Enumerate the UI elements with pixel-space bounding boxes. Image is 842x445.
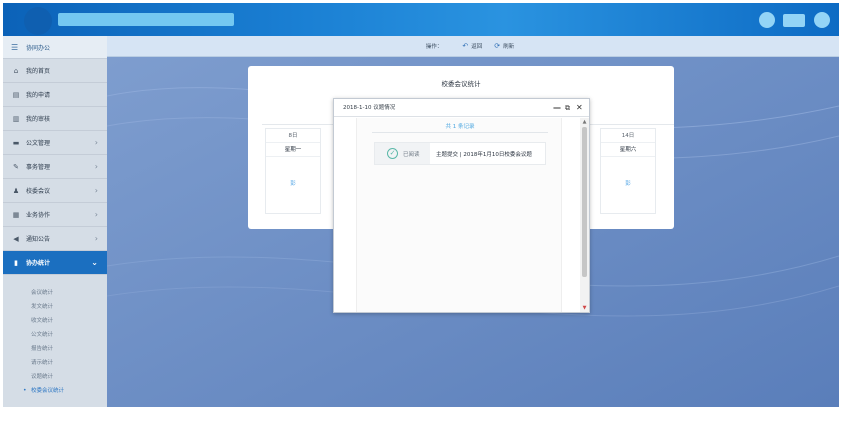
sidebar-subitem[interactable]: 报告统计 [3, 341, 107, 355]
sidebar: ☰ 协同办公 ⌂ 我的首页 ▤ 我的申请 ▥ 我的审核 ▬ 公文管理 › ✎ 事务管理 › ♟ 校委会议 ›… [3, 36, 107, 407]
chevron-down-icon: ⌄ [91, 258, 98, 267]
current-indicator-icon: • [23, 386, 27, 394]
sidebar-item-label: 我的申请 [26, 92, 51, 99]
sidebar-item-label: 公文管理 [26, 140, 51, 147]
day-column: 8日 星期一 彭 [265, 128, 321, 214]
weekday-name: 星期六 [601, 143, 655, 157]
sidebar-item-label: 通知公告 [26, 236, 51, 243]
home-icon: ⌂ [13, 66, 19, 75]
minimize-icon[interactable]: — [553, 102, 561, 114]
sidebar-header[interactable]: ☰ 协同办公 [3, 36, 107, 59]
record-status-label: 已阅读 [403, 151, 420, 158]
sidebar-subitem-label: 校委会议统计 [31, 388, 65, 394]
sidebar-item[interactable]: ▬ 公文管理 › [3, 131, 107, 155]
operations-bar: 操作： ↶ 返回 ⟳ 刷新 [107, 36, 839, 57]
user-icon: ♟ [12, 186, 20, 195]
day-header: 8日 [266, 129, 320, 143]
scroll-up-icon[interactable]: ▲ [580, 119, 589, 125]
sidebar-item[interactable]: ♟ 校委会议 › [3, 179, 107, 203]
record-count: 共 1 条记录 [445, 124, 475, 130]
logo-icon [24, 7, 52, 35]
sidebar-subitem-label: 报告统计 [31, 346, 54, 352]
agenda-dialog: 2018-1-10 议题情况 — ⧉ ✕ 共 1 条记录 ✓ 已阅读 主题提交 … [333, 98, 590, 313]
scroll-down-icon[interactable]: ▼ [580, 305, 589, 311]
refresh-icon: ⟳ [494, 42, 501, 50]
sidebar-item[interactable]: ▥ 我的审核 [3, 107, 107, 131]
sidebar-subitem[interactable]: • 校委会议统计 [3, 383, 107, 397]
sidebar-subitem-label: 收文统计 [31, 318, 54, 324]
day-value-link[interactable]: 彭 [266, 179, 320, 187]
sidebar-menu: ⌂ 我的首页 ▤ 我的申请 ▥ 我的审核 ▬ 公文管理 › ✎ 事务管理 › ♟ 校委会议 › ▦ 业务协作 › ◀… [3, 59, 107, 275]
dialog-title: 2018-1-10 议题情况 [334, 99, 589, 117]
day-column: 14日 星期六 彭 [600, 128, 656, 214]
record-divider [372, 132, 548, 133]
record-text: 主题提交 | 2018年1月10日校委会议题 [436, 151, 532, 158]
sidebar-subitem[interactable]: 会议统计 [3, 285, 107, 299]
record-row[interactable]: ✓ 已阅读 主题提交 | 2018年1月10日校委会议题 [374, 142, 546, 165]
chevron-right-icon: › [94, 210, 98, 219]
document-icon: ▤ [12, 90, 20, 99]
dialog-body: 共 1 条记录 ✓ 已阅读 主题提交 | 2018年1月10日校委会议题 [356, 118, 562, 312]
day-value-link[interactable]: 彭 [601, 179, 655, 187]
top-header [3, 3, 839, 36]
edit-icon: ✎ [13, 162, 19, 171]
book-icon: ▥ [12, 114, 20, 123]
app-title-placeholder [58, 13, 234, 26]
sidebar-item-label: 协办统计 [26, 260, 51, 267]
sidebar-subitem-label: 请示统计 [31, 360, 54, 366]
sidebar-item-label: 事务管理 [26, 164, 51, 171]
message-icon[interactable] [783, 14, 805, 27]
refresh-button[interactable]: ⟳ 刷新 [494, 42, 514, 50]
app-root: ☰ 协同办公 ⌂ 我的首页 ▤ 我的申请 ▥ 我的审核 ▬ 公文管理 › ✎ 事务管理 › ♟ 校委会议 ›… [0, 0, 842, 445]
sidebar-submenu: 会议统计发文统计收文统计公文统计报告统计请示统计议题统计 • 校委会议统计 [3, 275, 107, 397]
sidebar-item[interactable]: ◀ 通知公告 › [3, 227, 107, 251]
operations-label: 操作： [425, 44, 443, 50]
sidebar-item-label: 业务协作 [26, 212, 51, 219]
sidebar-subitem[interactable]: 收文统计 [3, 313, 107, 327]
sidebar-subitem-label: 议题统计 [31, 374, 54, 380]
sidebar-item[interactable]: ▦ 业务协作 › [3, 203, 107, 227]
sidebar-subitem[interactable]: 发文统计 [3, 299, 107, 313]
sidebar-item-label: 我的审核 [26, 116, 51, 123]
record-status: ✓ 已阅读 [375, 143, 430, 164]
sidebar-subitem[interactable]: 公文统计 [3, 327, 107, 341]
sidebar-item[interactable]: ✎ 事务管理 › [3, 155, 107, 179]
scroll-thumb[interactable] [582, 127, 587, 277]
chevron-right-icon: › [94, 234, 98, 243]
back-label: 返回 [471, 44, 483, 50]
sidebar-subitem[interactable]: 请示统计 [3, 355, 107, 369]
close-icon[interactable]: ✕ [576, 102, 583, 114]
sidebar-item-label: 校委会议 [26, 188, 51, 195]
briefcase-icon: ▦ [12, 210, 20, 219]
maximize-icon[interactable]: ⧉ [565, 102, 570, 114]
sidebar-subitem-label: 会议统计 [31, 290, 54, 296]
chart-icon: ▮ [14, 258, 18, 267]
sidebar-header-label: 协同办公 [26, 44, 51, 52]
chevron-right-icon: › [94, 162, 98, 171]
menu-icon[interactable]: ☰ [11, 43, 21, 52]
back-button[interactable]: ↶ 返回 [462, 42, 482, 50]
check-circle-icon: ✓ [387, 148, 398, 159]
back-icon: ↶ [462, 42, 469, 50]
sidebar-subitem-label: 发文统计 [31, 304, 54, 310]
sidebar-item[interactable]: ▤ 我的申请 [3, 83, 107, 107]
user-icon[interactable] [759, 12, 775, 28]
sidebar-subitem-label: 公文统计 [31, 332, 54, 338]
refresh-label: 刷新 [503, 44, 515, 50]
day-header: 14日 [601, 129, 655, 143]
chevron-right-icon: › [94, 186, 98, 195]
weekday-name: 星期一 [266, 143, 320, 157]
dialog-scrollbar[interactable]: ▲ ▼ [580, 118, 589, 312]
chevron-right-icon: › [94, 138, 98, 147]
speaker-icon: ◀ [13, 234, 19, 243]
power-icon[interactable] [814, 12, 830, 28]
sidebar-item-label: 我的首页 [26, 68, 51, 75]
folder-icon: ▬ [12, 138, 20, 147]
sidebar-subitem[interactable]: 议题统计 [3, 369, 107, 383]
panel-title: 校委会议统计 [441, 80, 481, 88]
sidebar-item[interactable]: ▮ 协办统计 ⌄ [3, 251, 107, 275]
sidebar-item[interactable]: ⌂ 我的首页 [3, 59, 107, 83]
